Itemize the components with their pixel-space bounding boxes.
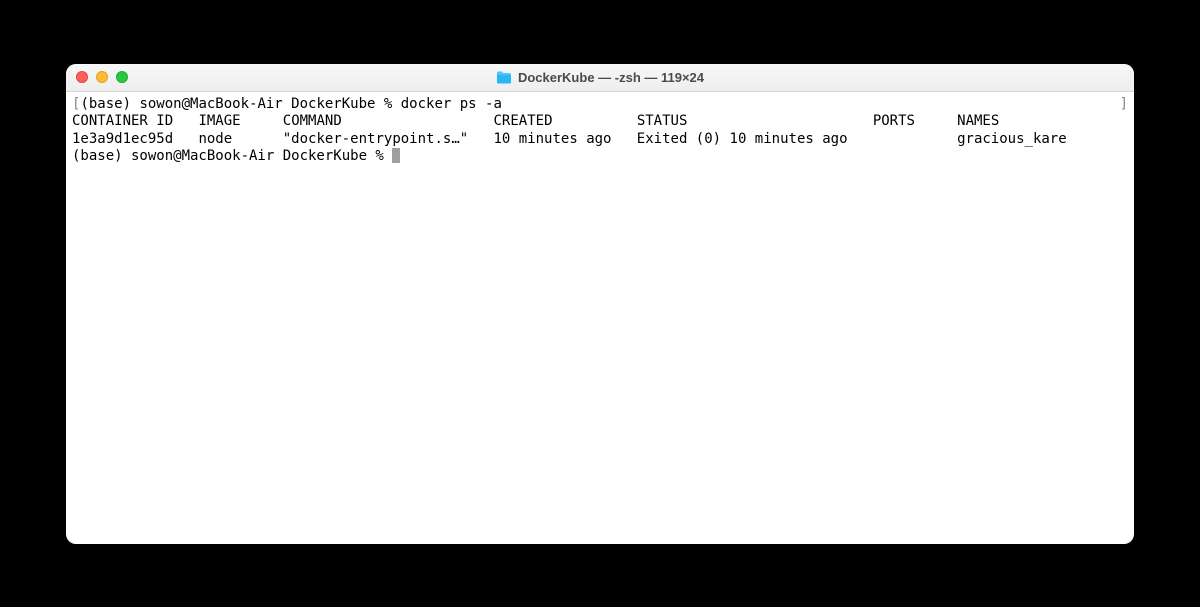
row-image: node	[198, 131, 232, 147]
cursor	[392, 148, 400, 163]
folder-icon	[496, 71, 512, 84]
terminal-body[interactable]: [(base) sowon@MacBook-Air DockerKube % d…	[66, 92, 1134, 544]
hdr-ports: PORTS	[873, 113, 915, 129]
close-button[interactable]	[76, 71, 88, 83]
command-1: docker ps -a	[401, 96, 502, 112]
traffic-lights	[76, 71, 128, 83]
hdr-command: COMMAND	[283, 113, 342, 129]
hdr-image: IMAGE	[198, 113, 240, 129]
row-created: 10 minutes ago	[493, 131, 611, 147]
window-title-area: DockerKube — -zsh — 119×24	[496, 70, 704, 85]
minimize-button[interactable]	[96, 71, 108, 83]
bracket-close: ]	[1120, 96, 1128, 114]
terminal-line-1: [(base) sowon@MacBook-Air DockerKube % d…	[72, 96, 1128, 114]
hdr-status: STATUS	[637, 113, 688, 129]
row-command: "docker-entrypoint.s…"	[283, 131, 468, 147]
row-container-id: 1e3a9d1ec95d	[72, 131, 173, 147]
terminal-row-line: 1e3a9d1ec95d node "docker-entrypoint.s…"…	[72, 131, 1128, 149]
terminal-header-line: CONTAINER ID IMAGE COMMAND CREATED STATU…	[72, 113, 1128, 131]
hdr-container-id: CONTAINER ID	[72, 113, 173, 129]
row-status: Exited (0) 10 minutes ago	[637, 131, 848, 147]
maximize-button[interactable]	[116, 71, 128, 83]
hdr-names: NAMES	[957, 113, 999, 129]
prompt-2: (base) sowon@MacBook-Air DockerKube %	[72, 148, 392, 164]
window-title: DockerKube — -zsh — 119×24	[518, 70, 704, 85]
terminal-window: DockerKube — -zsh — 119×24 [(base) sowon…	[66, 64, 1134, 544]
hdr-created: CREATED	[494, 113, 553, 129]
terminal-line-4: (base) sowon@MacBook-Air DockerKube %	[72, 148, 1128, 166]
titlebar: DockerKube — -zsh — 119×24	[66, 64, 1134, 92]
row-names: gracious_kare	[957, 131, 1067, 147]
prompt-1: (base) sowon@MacBook-Air DockerKube %	[80, 96, 400, 112]
